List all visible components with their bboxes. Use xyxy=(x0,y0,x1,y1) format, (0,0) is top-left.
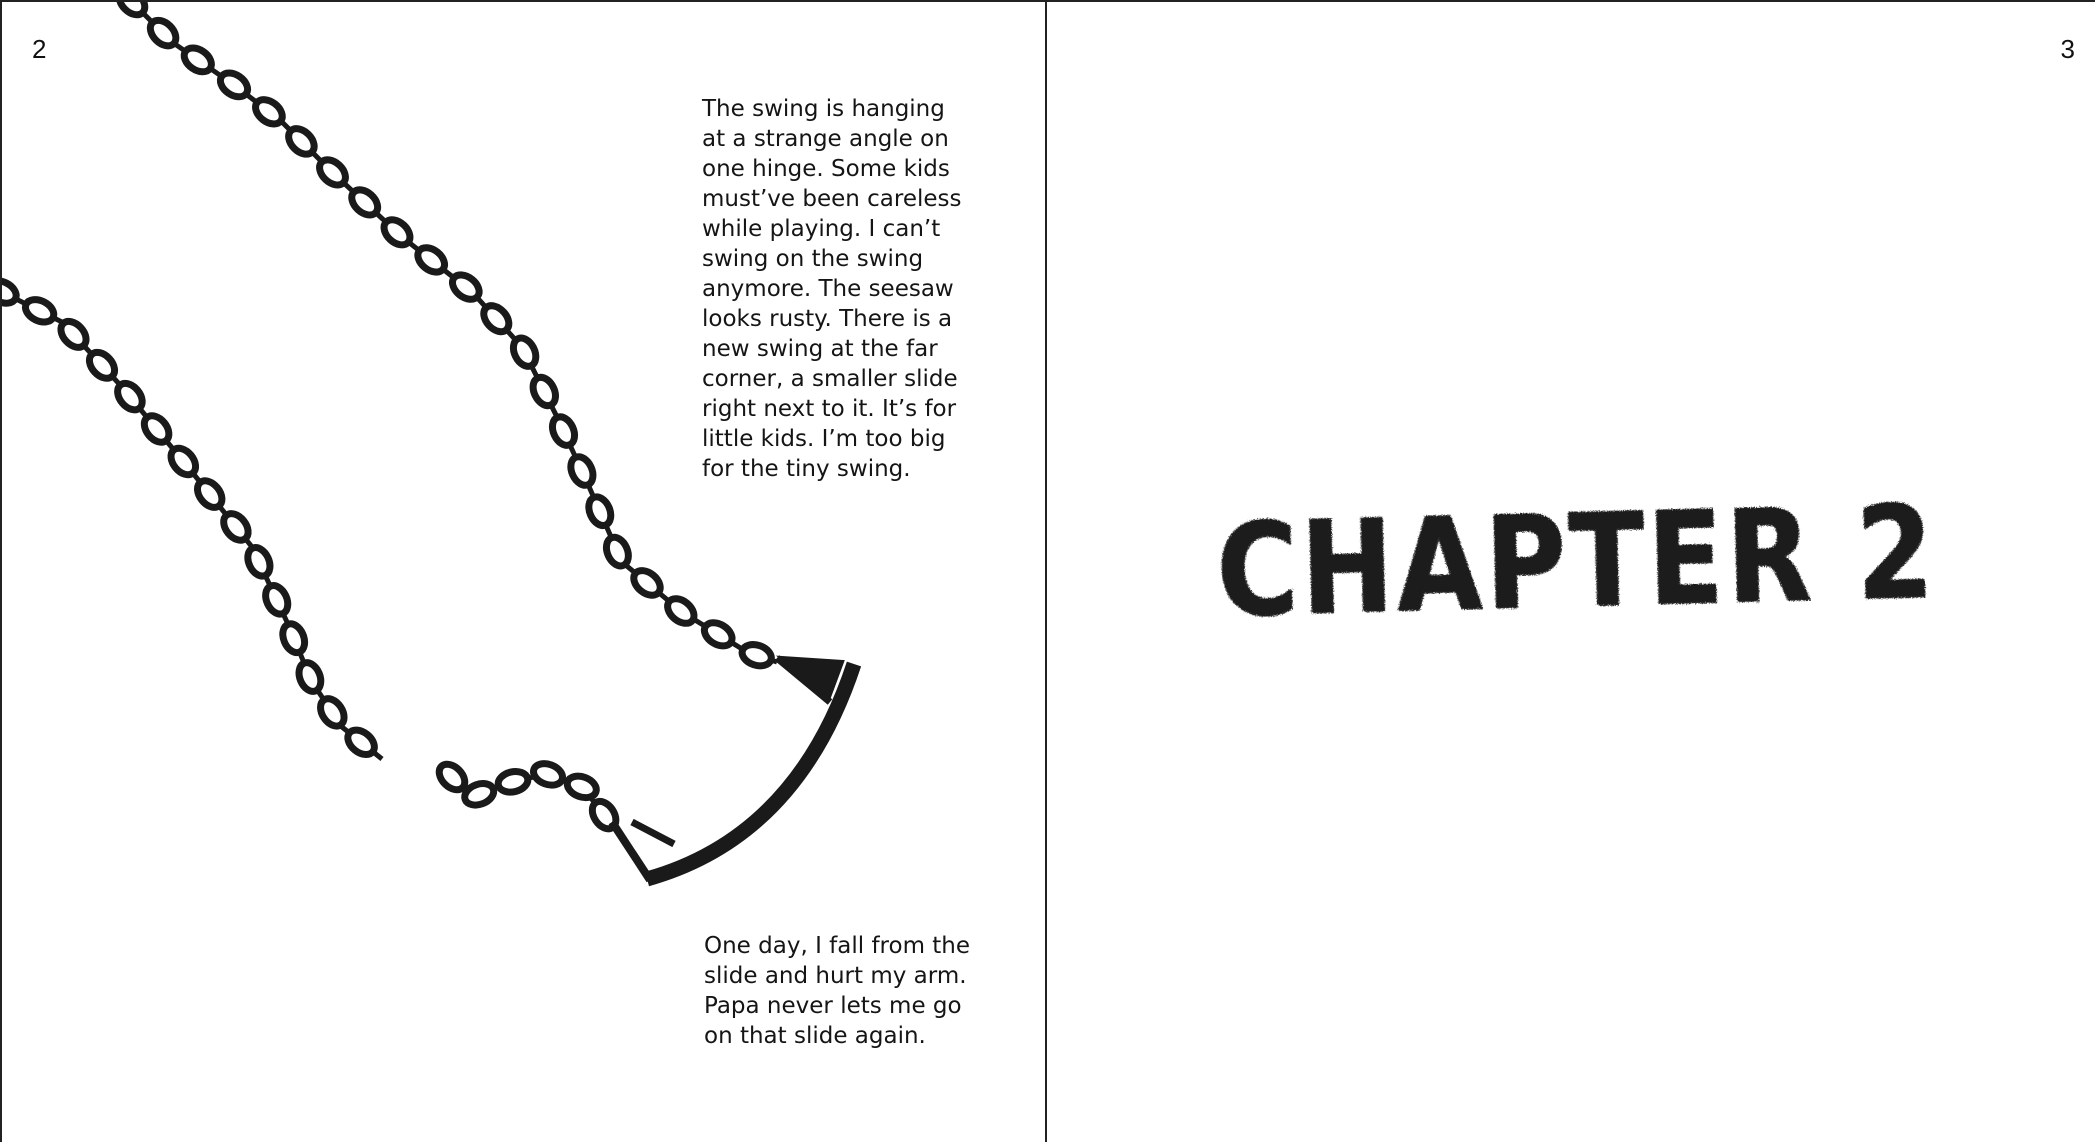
text-line: one hinge. Some kids xyxy=(702,156,950,182)
chain-link xyxy=(344,726,378,759)
text-line: at a strange angle on xyxy=(702,126,949,152)
text-line: new swing at the far xyxy=(702,336,938,362)
story-text-bottom: One day, I fall from the slide and hurt … xyxy=(704,931,971,1051)
chain-link xyxy=(216,69,252,101)
chain-link xyxy=(700,619,736,650)
chain-link xyxy=(480,302,513,336)
text-line: anymore. The seesaw xyxy=(702,276,954,302)
text-line: right next to it. It’s for xyxy=(702,396,957,422)
chain-link xyxy=(2,277,20,307)
chain-link xyxy=(664,595,698,627)
text-line: swing on the swing xyxy=(702,246,924,272)
text-line: slide and hurt my arm. xyxy=(704,963,967,989)
chain-link xyxy=(414,244,449,276)
short-chain xyxy=(435,760,620,833)
chain-link xyxy=(509,334,540,370)
text-line: for the tiny swing. xyxy=(702,456,911,482)
chain-link xyxy=(530,760,566,789)
chain-link xyxy=(262,582,292,618)
chapter-title: CHAPTER 2 xyxy=(1215,478,1939,646)
chain-link xyxy=(529,373,559,410)
text-line: on that slide again. xyxy=(704,1023,926,1049)
left-page: 2 The swing is hanging at a strange angl… xyxy=(2,2,1047,1142)
chain-link xyxy=(295,659,325,695)
chain-link xyxy=(167,444,200,479)
page-number-right: 3 xyxy=(2060,34,2075,64)
left-chain xyxy=(2,277,384,761)
long-chain xyxy=(115,2,778,670)
chain-link xyxy=(279,620,309,657)
chain-link xyxy=(85,348,119,382)
chain-link xyxy=(548,413,579,449)
chain-link xyxy=(140,412,173,446)
swing-seat xyxy=(608,655,862,887)
text-line: little kids. I’m too big xyxy=(702,426,946,452)
text-line: corner, a smaller slide xyxy=(702,366,958,392)
chain-link xyxy=(193,477,226,511)
chain-link xyxy=(114,379,146,414)
chain-link xyxy=(448,271,483,303)
chain-link xyxy=(602,533,632,570)
chain-link xyxy=(146,16,180,50)
chain-link xyxy=(585,493,615,530)
chain-link xyxy=(220,510,252,544)
story-text-top: The swing is hanging at a strange angle … xyxy=(702,94,962,484)
chain-link xyxy=(348,186,382,219)
chain-link xyxy=(563,772,600,802)
chain-link xyxy=(316,156,349,189)
chain-link xyxy=(57,317,90,351)
chain-link xyxy=(567,453,597,489)
chain-link xyxy=(180,44,215,76)
chain-link xyxy=(21,296,58,326)
book-spread: 2 The swing is hanging at a strange angl… xyxy=(0,0,2095,1142)
chain-link xyxy=(630,567,664,599)
text-line: must’ve been careless xyxy=(702,186,962,212)
text-line: while playing. I can’t xyxy=(702,216,941,242)
text-line: Papa never lets me go xyxy=(704,993,962,1019)
chain-link xyxy=(244,544,274,580)
text-line: The swing is hanging xyxy=(702,96,945,122)
chain-link xyxy=(738,641,775,670)
chain-link xyxy=(494,767,532,796)
chain-link xyxy=(380,216,414,249)
text-line: One day, I fall from the xyxy=(704,933,971,959)
chain-link xyxy=(252,96,286,128)
chain-link xyxy=(317,695,348,730)
chain-link xyxy=(285,125,318,158)
text-line: looks rusty. There is a xyxy=(702,306,953,332)
